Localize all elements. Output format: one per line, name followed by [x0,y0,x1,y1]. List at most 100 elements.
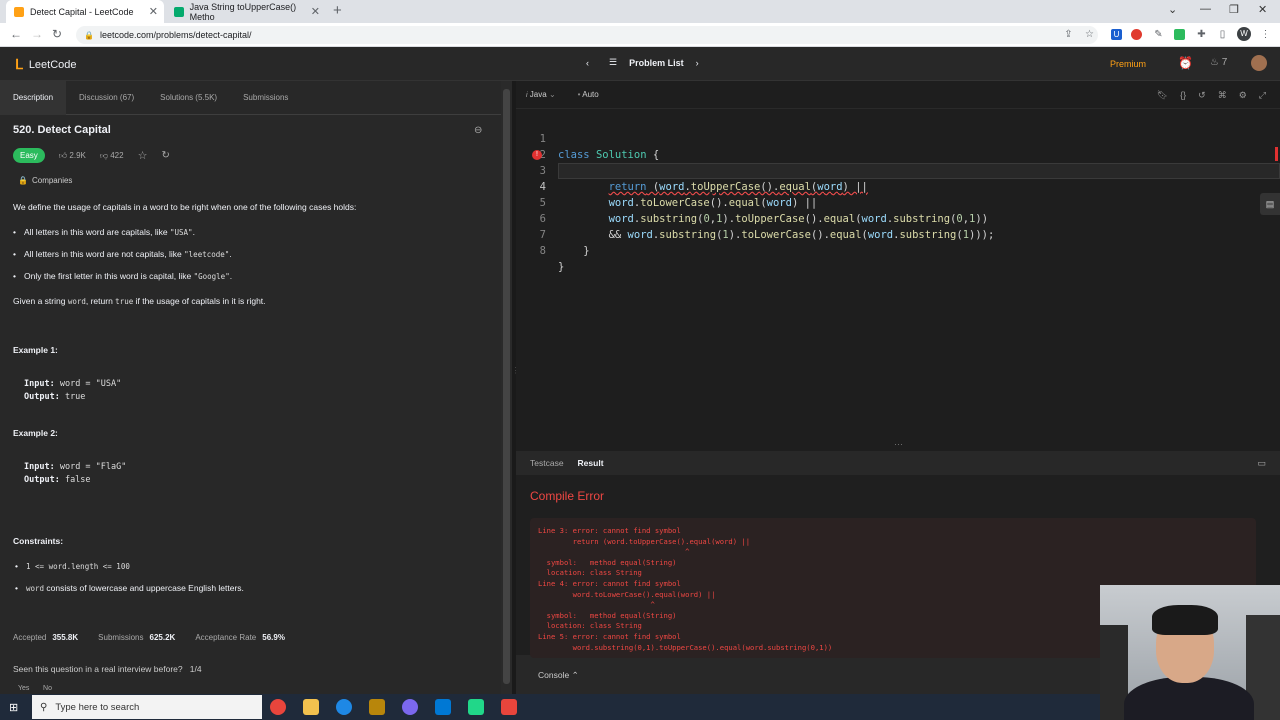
ide-app-icon[interactable] [468,699,484,715]
browser-tab-java-string[interactable]: Java String toUpperCase() Metho ✕ [166,0,326,23]
case-text: All letters in this word are not capital… [24,249,185,259]
app-red-icon[interactable] [501,699,517,715]
notes-icon[interactable]: ▤ [1260,193,1280,215]
brand-name: LeetCode [28,58,77,71]
chevron-up-icon: ⌃ [571,670,579,680]
tab-result[interactable]: Result [578,458,604,468]
extension-blue-icon[interactable]: U [1111,29,1122,40]
code-line: 4 word.toLowerCase().equal(word) || [516,163,1280,209]
person-body [1124,677,1254,720]
stat-submissions: Submissions 625.2K [98,633,175,642]
file-explorer-icon[interactable] [303,699,319,715]
menu-kebab-icon[interactable]: ⋮ [1260,29,1271,40]
forward-button[interactable]: → [31,27,43,41]
share-icon[interactable]: ⇪ [1063,29,1074,40]
text: if the usage of capitals in it is right. [133,296,266,306]
back-button[interactable]: ← [10,27,22,41]
case-end: . [229,271,233,281]
close-tab-icon[interactable]: ✕ [149,5,158,18]
stat-label: Accepted [13,633,47,642]
premium-link[interactable]: Premium [1110,59,1146,69]
leetcode-logo[interactable]: ᒪ LeetCode [15,56,77,73]
bookmark-star-icon[interactable]: ☆ [1084,29,1095,40]
windows-taskbar: ⊞ ⚲ Type here to search [0,694,1100,720]
horizontal-drag-handle-icon[interactable]: ··· [894,439,903,449]
constraint-item: word consists of lowercase and uppercase… [15,583,244,593]
fullscreen-icon[interactable]: ⤢ [1259,90,1266,101]
error-marker-icon[interactable]: ! [532,150,542,160]
tab-search-icon[interactable]: ⌄ [1168,3,1177,16]
app-gold-icon[interactable] [369,699,385,715]
address-bar[interactable]: 🔒 leetcode.com/problems/detect-capital/ [76,26,1098,44]
streak-counter[interactable]: ♨ 7 [1210,57,1227,68]
like-button[interactable]: 👍︎ 2.9K [59,151,86,161]
braces-icon[interactable]: {} [1180,90,1186,101]
reset-icon[interactable]: ↺ [1198,90,1206,101]
line-number: 8 [539,245,546,257]
companies-label: Companies [31,176,73,185]
shortcut-icon[interactable]: ⌘ [1218,90,1227,101]
code: true [115,297,134,306]
maximize-button[interactable]: ❐ [1229,3,1239,16]
eyedropper-icon[interactable]: ✎ [1153,29,1164,40]
app-purple-icon[interactable] [402,699,418,715]
taskbar-search[interactable]: ⚲ Type here to search [32,695,262,719]
streak-count: 7 [1221,57,1228,68]
close-tab-icon[interactable]: ✕ [311,5,320,18]
next-problem-icon[interactable]: › [696,58,699,68]
search-icon: ⚲ [40,701,48,713]
timer-icon[interactable]: ⏰ [1178,56,1193,70]
autocomplete-mode[interactable]: • Auto [578,90,599,99]
case-text: Only the first letter in this word is ca… [24,271,194,281]
language-select[interactable]: i Java ⌄ [526,90,556,99]
problem-statement: Given a string word, return true if the … [13,296,266,306]
problem-list-button[interactable]: Problem List [629,58,684,68]
scrollbar-thumb[interactable] [503,89,510,684]
code-editor[interactable]: 1 class Solution { 2 public boolean dete… [516,114,1280,444]
share-icon[interactable]: ↻ [161,150,169,161]
chrome-app-icon[interactable] [270,699,286,715]
windows-start-icon[interactable]: ⊞ [9,701,18,714]
side-panel-icon[interactable]: ▯ [1217,29,1228,40]
minimize-button[interactable]: — [1200,3,1211,15]
case-end: . [229,249,232,259]
constraint-code: word [26,584,45,593]
app-blue-icon[interactable] [336,699,352,715]
close-window-button[interactable]: ✕ [1258,3,1267,16]
extensions-puzzle-icon[interactable]: ✚ [1196,29,1207,40]
dislike-button[interactable]: 👎︎ 422 [100,151,124,161]
favorite-star-icon[interactable]: ☆ [138,149,148,162]
lock-icon: 🔒 [18,176,28,185]
reload-button[interactable]: ↻ [52,27,62,41]
no-button[interactable]: No [43,685,52,692]
settings-gear-icon[interactable]: ⚙ [1239,90,1247,101]
companies-tag[interactable]: 🔒 Companies [18,176,72,185]
bookmark-icon[interactable]: 🔖︎ [1157,90,1168,101]
code-line: 1 class Solution { [516,115,1280,161]
code-line: 7 } [516,211,1280,257]
tab-testcase[interactable]: Testcase [530,458,564,468]
console-toggle[interactable]: Console ⌃ [538,670,579,681]
new-tab-button[interactable]: + [333,2,342,19]
code-line: 5 word.substring(0,1).toUpperCase().equa… [516,179,1280,225]
tab-submissions[interactable]: Submissions [230,81,301,115]
more-options-icon[interactable]: ⊖ [474,125,482,136]
browser-tab-detect-capital[interactable]: Detect Capital - LeetCode ✕ [6,0,164,23]
extension-green-icon[interactable] [1174,29,1185,40]
prev-problem-icon[interactable]: ‹ [586,58,589,68]
tab-discussion[interactable]: Discussion (67) [66,81,147,115]
profile-avatar[interactable]: W [1237,27,1251,41]
problem-meta: Easy 👍︎ 2.9K 👎︎ 422 ☆ ↻ [13,148,184,163]
user-avatar[interactable] [1251,55,1267,71]
stat-value: 56.9% [262,633,285,642]
mail-app-icon[interactable] [435,699,451,715]
tab-solutions[interactable]: Solutions (5.5K) [147,81,230,115]
description-scrollbar[interactable] [501,81,512,694]
extension-red-icon[interactable] [1131,29,1142,40]
yes-button[interactable]: Yes [18,685,29,692]
tab-description[interactable]: Description [0,80,67,115]
yes-no-buttons: Yes No [18,685,52,692]
constraints-heading: Constraints: [13,536,64,546]
maximize-panel-icon[interactable]: ▭ [1257,458,1266,469]
code: word [67,297,86,306]
